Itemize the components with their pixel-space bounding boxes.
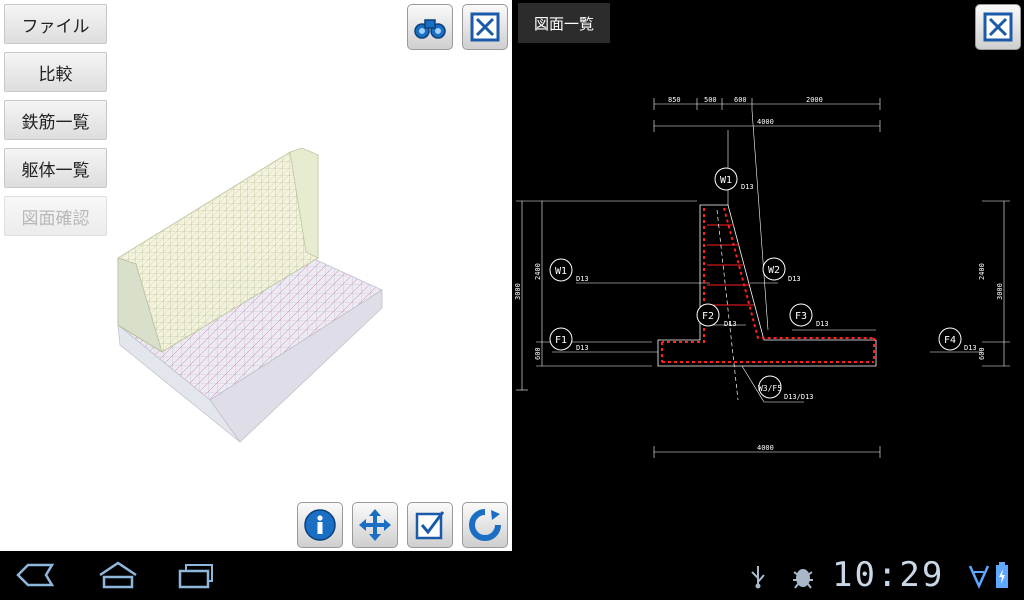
info-button[interactable] bbox=[297, 502, 343, 548]
dim-top-1: 850 bbox=[668, 96, 681, 104]
rebar-f3: D13 bbox=[816, 320, 829, 328]
rebar-w2: D13 bbox=[788, 275, 801, 283]
dim-top-total: 4000 bbox=[757, 118, 774, 126]
binoculars-icon bbox=[414, 19, 446, 39]
body-list-button[interactable]: 躯体一覧 bbox=[4, 148, 107, 188]
rebar-list-button[interactable]: 鉄筋一覧 bbox=[4, 100, 107, 140]
check-icon bbox=[415, 511, 445, 540]
dim-right-lower: 600 bbox=[978, 347, 986, 360]
rebar-w3-f5: D13/D13 bbox=[784, 393, 814, 401]
tag-f1: F1 bbox=[555, 335, 567, 346]
close-view-icon bbox=[470, 12, 500, 42]
compare-button[interactable]: 比較 bbox=[4, 52, 107, 92]
dim-left-upper: 2400 bbox=[534, 263, 542, 280]
tag-f4: F4 bbox=[944, 335, 956, 346]
dim-right-height: 3000 bbox=[996, 283, 1004, 300]
cad-drawing: 850 500 600 2000 4000 4000 3000 2400 600… bbox=[514, 96, 1010, 458]
tag-w2: W2 bbox=[768, 265, 780, 276]
tag-w1-left: W1 bbox=[555, 266, 567, 277]
recent-apps-icon[interactable] bbox=[176, 559, 220, 591]
clock: 10:29 bbox=[832, 555, 945, 595]
dim-top-4: 2000 bbox=[806, 96, 823, 104]
select-button[interactable] bbox=[407, 502, 453, 548]
move-icon bbox=[359, 509, 391, 541]
tag-f3: F3 bbox=[795, 311, 807, 322]
drawing-view[interactable]: 図面一覧 850 500 600 2000 4000 4000 3000 240… bbox=[512, 0, 1024, 551]
tag-f2: F2 bbox=[702, 311, 714, 322]
retaining-wall-3d-model[interactable] bbox=[100, 140, 400, 460]
move-button[interactable] bbox=[352, 502, 398, 548]
rebar-w1-top: D13 bbox=[741, 183, 754, 191]
rebar-f2: D13 bbox=[724, 320, 737, 328]
rotate-icon bbox=[469, 509, 501, 541]
binoculars-button[interactable] bbox=[407, 4, 453, 50]
model-3d-view[interactable]: ファイル 比較 鉄筋一覧 躯体一覧 図面確認 bbox=[0, 0, 512, 551]
usb-icon bbox=[751, 566, 765, 589]
rebar-f1: D13 bbox=[576, 344, 589, 352]
dim-bottom-total: 4000 bbox=[757, 444, 774, 452]
rotate-button[interactable] bbox=[462, 502, 508, 548]
wifi-icon bbox=[968, 565, 990, 590]
dim-top-3: 600 bbox=[734, 96, 747, 104]
drawing-check-button: 図面確認 bbox=[4, 196, 107, 236]
dim-top-2: 500 bbox=[704, 96, 717, 104]
back-icon[interactable] bbox=[14, 559, 58, 591]
tag-w1-top: W1 bbox=[720, 175, 732, 186]
info-icon bbox=[304, 509, 336, 541]
dim-right-upper: 2400 bbox=[978, 263, 986, 280]
tag-w3-f5: W3/F5 bbox=[758, 384, 782, 393]
rebar-f4: D13 bbox=[964, 344, 977, 352]
close-3d-view-button[interactable] bbox=[462, 4, 508, 50]
dim-left-lower: 600 bbox=[534, 347, 542, 360]
dim-left-height: 3000 bbox=[514, 283, 522, 300]
debug-bug-icon bbox=[793, 569, 813, 589]
file-button[interactable]: ファイル bbox=[4, 4, 107, 44]
battery-icon bbox=[996, 562, 1008, 588]
rebar-w1-left: D13 bbox=[576, 275, 589, 283]
home-icon[interactable] bbox=[96, 559, 140, 591]
